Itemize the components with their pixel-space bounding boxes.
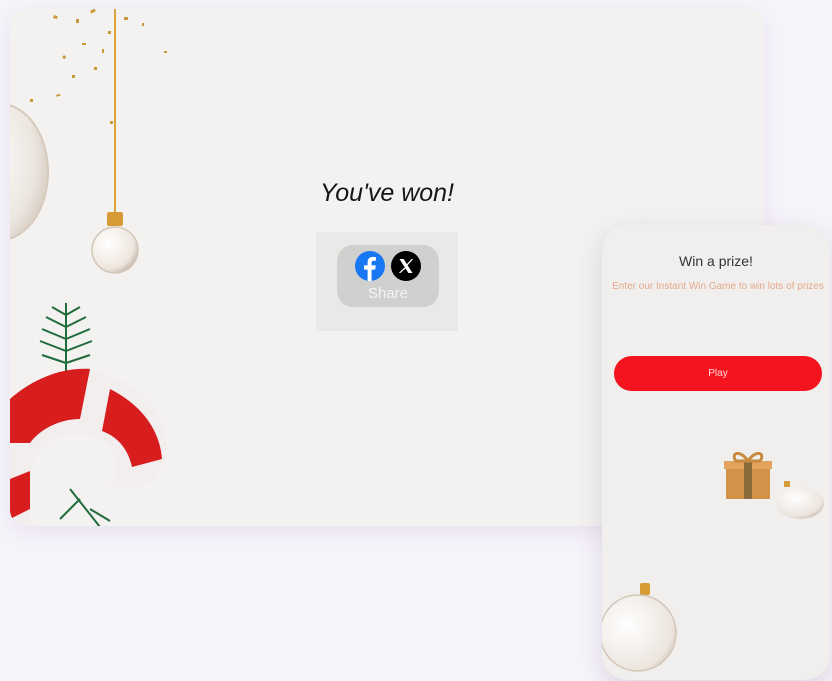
play-button[interactable]: Play	[614, 356, 822, 391]
share-label: Share	[367, 285, 409, 302]
glass-bauble-decoration	[10, 104, 49, 240]
hanging-ornament-decoration	[91, 9, 139, 274]
candy-cane-decoration	[10, 368, 167, 526]
gift-box-decoration	[724, 452, 772, 499]
mobile-subtitle: Enter our Instant Win Game to win lots o…	[612, 281, 824, 292]
facebook-icon[interactable]	[355, 251, 385, 281]
small-ornament-decoration	[776, 481, 824, 519]
mobile-preview: Win a prize! Enter our Instant Win Game …	[602, 225, 830, 680]
mobile-title: Win a prize!	[679, 253, 753, 269]
share-icons	[355, 251, 421, 281]
bottom-ornament-decoration	[602, 583, 677, 672]
share-panel: Share	[316, 232, 458, 331]
x-icon[interactable]	[391, 251, 421, 281]
share-widget: Share	[337, 245, 439, 307]
win-title: You've won!	[319, 179, 455, 207]
preview-stage: You've won! Share Win a prize! Enter our…	[0, 0, 832, 681]
